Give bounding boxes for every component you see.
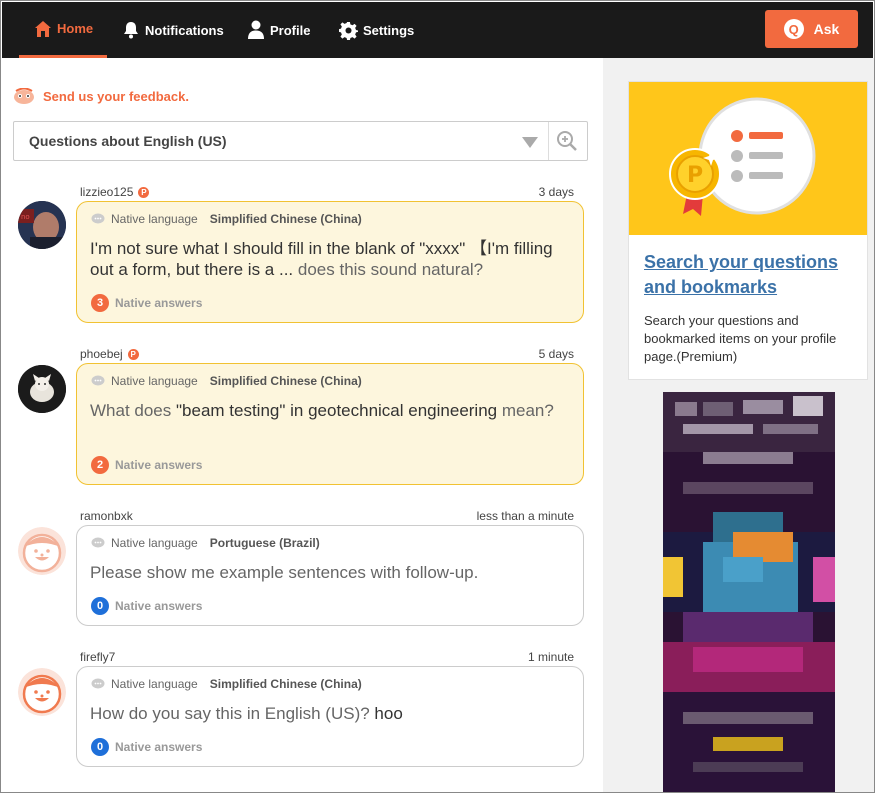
native-language-label: Native language — [111, 536, 198, 550]
divider — [548, 122, 549, 160]
question-bubble[interactable]: Native language Portuguese (Brazil) Plea… — [76, 525, 584, 626]
timestamp: 5 days — [538, 347, 574, 361]
avatar[interactable] — [18, 365, 66, 413]
native-language-value: Portuguese (Brazil) — [209, 536, 320, 550]
timestamp: 1 minute — [527, 650, 574, 664]
question-item[interactable]: phoebej P 5 days Native language Simplifi… — [2, 347, 603, 487]
nav-home[interactable]: Home — [19, 2, 107, 58]
answer-count-badge: 0 — [91, 738, 109, 756]
question-bubble[interactable]: Native language Simplified Chinese (Chin… — [76, 201, 584, 323]
native-answers: 3 Native answers — [91, 294, 202, 312]
sidebar: P Search your questions and bookmarks Se… — [603, 58, 874, 792]
native-answers: 2 Native answers — [91, 456, 202, 474]
native-language-label: Native language — [111, 374, 198, 388]
nav-settings[interactable]: Settings — [339, 2, 414, 58]
native-language-row: Native language Simplified Chinese (Chin… — [91, 374, 362, 388]
person-icon — [248, 20, 264, 39]
native-language-row: Native language Simplified Chinese (Chin… — [91, 677, 362, 691]
avatar[interactable] — [18, 527, 66, 575]
advertisement-banner[interactable] — [663, 392, 835, 792]
question-bubble[interactable]: Native language Simplified Chinese (Chin… — [76, 363, 584, 485]
native-language-row: Native language Simplified Chinese (Chin… — [91, 212, 362, 226]
question-item[interactable]: no lizzieo125 P 3 days Native language Si… — [2, 185, 603, 325]
question-bubble[interactable]: Native language Simplified Chinese (Chin… — [76, 666, 584, 767]
native-answers-label: Native answers — [115, 296, 203, 310]
chat-icon — [91, 375, 105, 386]
top-nav: Home Notifications Profile Settings Q As… — [2, 2, 873, 58]
native-language-row: Native language Portuguese (Brazil) — [91, 536, 320, 550]
promo-badge-letter: P — [687, 163, 703, 188]
username[interactable]: ramonbxk — [80, 509, 133, 523]
answer-count-badge: 2 — [91, 456, 109, 474]
nav-notifications[interactable]: Notifications — [122, 2, 224, 58]
question-text[interactable]: What does "beam testing" in geotechnical… — [90, 400, 570, 421]
question-item[interactable]: ramonbxk less than a minute Native langu… — [2, 509, 603, 629]
feedback-label: Send us your feedback. — [43, 88, 189, 104]
bell-icon — [124, 22, 138, 39]
native-answers: 0 Native answers — [91, 738, 202, 756]
timestamp: less than a minute — [476, 509, 574, 523]
nav-home-label: Home — [57, 21, 94, 36]
native-answers-label: Native answers — [115, 740, 203, 754]
nav-profile-label: Profile — [270, 22, 311, 38]
ask-button-label: Ask — [813, 21, 840, 37]
question-text[interactable]: Please show me example sentences with fo… — [90, 562, 570, 583]
nav-notifications-label: Notifications — [145, 22, 224, 38]
question-text[interactable]: How do you say this in English (US)? hoo — [90, 703, 570, 724]
feedback-link[interactable]: Send us your feedback. — [13, 88, 189, 104]
native-answers-label: Native answers — [115, 458, 203, 472]
ask-icon: Q — [783, 19, 804, 39]
chat-icon — [91, 678, 105, 689]
question-filter-select[interactable]: Questions about English (US) — [13, 121, 588, 161]
question-text[interactable]: I'm not sure what I should fill in the b… — [90, 238, 570, 280]
native-answers: 0 Native answers — [91, 597, 202, 615]
home-icon — [35, 20, 51, 37]
native-language-value: Simplified Chinese (China) — [209, 212, 362, 226]
native-language-label: Native language — [111, 677, 198, 691]
feedback-face-icon — [14, 88, 34, 104]
avatar[interactable] — [18, 668, 66, 716]
native-language-value: Simplified Chinese (China) — [209, 677, 362, 691]
answer-count-badge: 3 — [91, 294, 109, 312]
premium-badge-icon: P — [127, 348, 139, 360]
native-answers-label: Native answers — [115, 599, 203, 613]
username[interactable]: firefly7 — [80, 650, 115, 664]
username[interactable]: lizzieo125 P — [80, 185, 150, 199]
app-window: Home Notifications Profile Settings Q As… — [0, 0, 875, 793]
nav-profile[interactable]: Profile — [247, 2, 310, 58]
answer-count-badge: 0 — [91, 597, 109, 615]
search-questions-link[interactable]: Search your questions and bookmarks — [644, 250, 854, 300]
dropdown-arrow-icon[interactable] — [522, 137, 538, 148]
native-language-label: Native language — [111, 212, 198, 226]
svg-text:no: no — [21, 213, 30, 221]
question-filter-value: Questions about English (US) — [29, 133, 227, 149]
chat-icon — [91, 213, 105, 224]
premium-search-promo[interactable]: P Search your questions and bookmarks Se… — [628, 81, 868, 380]
gear-icon — [339, 21, 358, 40]
native-language-value: Simplified Chinese (China) — [209, 374, 362, 388]
nav-settings-label: Settings — [363, 22, 415, 38]
username[interactable]: phoebej P — [80, 347, 139, 361]
main-feed: Send us your feedback. Questions about E… — [2, 58, 603, 792]
promo-description: Search your questions and bookmarked ite… — [644, 313, 837, 364]
avatar[interactable]: no — [18, 201, 66, 249]
chat-icon — [91, 537, 105, 548]
search-icon[interactable] — [556, 130, 578, 152]
ask-button[interactable]: Q Ask — [765, 10, 858, 48]
premium-badge-icon: P — [138, 186, 150, 198]
promo-illustration: P — [629, 82, 867, 235]
question-item[interactable]: firefly7 1 minute Native language Simpli… — [2, 650, 603, 770]
timestamp: 3 days — [538, 185, 574, 199]
